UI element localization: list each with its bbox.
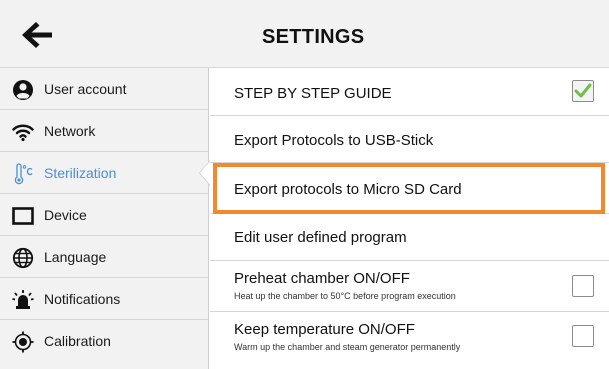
- wifi-icon: [12, 121, 34, 143]
- sidebar-item-label: User account: [44, 81, 127, 97]
- setting-description: Heat up the chamber to 50°C before progr…: [234, 291, 456, 301]
- page-title: SETTINGS: [262, 26, 365, 48]
- checkmark-icon: [574, 83, 592, 98]
- setting-label: Edit user defined program: [234, 229, 407, 246]
- sidebar-item-network[interactable]: Network: [0, 110, 209, 152]
- setting-preheat-chamber[interactable]: Preheat chamber ON/OFF Heat up the chamb…: [210, 261, 609, 312]
- sidebar-item-label: Device: [44, 207, 87, 223]
- globe-icon: [12, 247, 34, 269]
- step-by-step-checkbox[interactable]: [572, 80, 594, 102]
- setting-edit-user-program[interactable]: Edit user defined program: [210, 214, 609, 261]
- sidebar: User account Network Sterilization Devic…: [0, 68, 209, 369]
- setting-label: Export Protocols to USB-Stick: [234, 132, 434, 149]
- settings-screen: SETTINGS User account Network Sterilizat…: [0, 0, 609, 369]
- sidebar-item-label: Language: [44, 249, 107, 265]
- setting-export-sd-card[interactable]: Export protocols to Micro SD Card: [210, 163, 609, 214]
- device-square-icon: [12, 205, 34, 227]
- setting-label: Preheat chamber ON/OFF: [234, 270, 410, 287]
- sidebar-item-sterilization[interactable]: Sterilization: [0, 152, 209, 194]
- settings-list: STEP BY STEP GUIDE Export Protocols to U…: [210, 68, 609, 369]
- setting-label: Keep temperature ON/OFF: [234, 321, 415, 338]
- keep-temperature-checkbox[interactable]: [572, 325, 594, 347]
- header-bar: SETTINGS: [0, 0, 609, 68]
- setting-label: STEP BY STEP GUIDE: [234, 85, 392, 102]
- sidebar-item-label: Calibration: [44, 333, 111, 349]
- sidebar-item-notifications[interactable]: Notifications: [0, 278, 209, 320]
- setting-keep-temperature[interactable]: Keep temperature ON/OFF Warm up the cham…: [210, 312, 609, 359]
- sidebar-item-device[interactable]: Device: [0, 194, 209, 236]
- alarm-light-icon: [12, 289, 34, 311]
- sidebar-item-language[interactable]: Language: [0, 236, 209, 278]
- preheat-checkbox[interactable]: [572, 275, 594, 297]
- sidebar-item-calibration[interactable]: Calibration: [0, 320, 209, 362]
- target-icon: [12, 331, 34, 353]
- thermometer-celsius-icon: [12, 163, 34, 185]
- setting-export-usb[interactable]: Export Protocols to USB-Stick: [210, 116, 609, 163]
- sidebar-item-user-account[interactable]: User account: [0, 68, 209, 110]
- setting-step-by-step-guide[interactable]: STEP BY STEP GUIDE: [210, 68, 609, 116]
- setting-description: Warm up the chamber and steam generator …: [234, 342, 461, 352]
- sidebar-item-label: Notifications: [44, 291, 121, 307]
- arrow-left-icon: [22, 22, 52, 48]
- sidebar-item-label: Network: [44, 123, 96, 139]
- user-circle-icon: [12, 79, 34, 101]
- sidebar-item-label: Sterilization: [44, 165, 117, 181]
- back-button[interactable]: [18, 17, 58, 53]
- setting-label: Export protocols to Micro SD Card: [234, 181, 462, 198]
